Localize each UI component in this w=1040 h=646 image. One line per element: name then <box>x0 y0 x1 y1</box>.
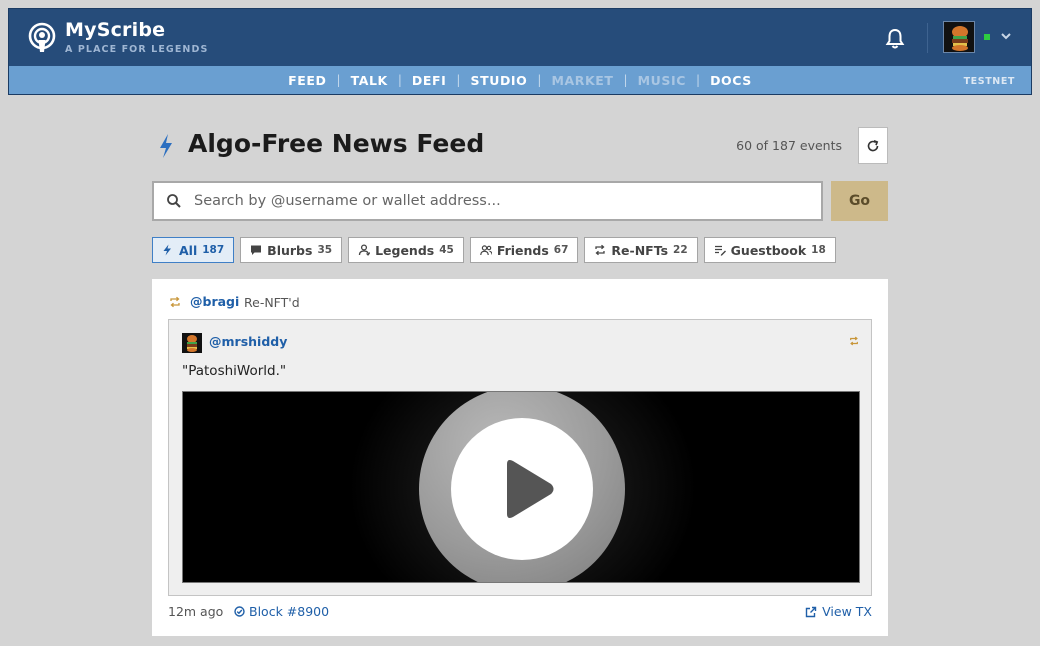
filter-label: Blurbs <box>267 242 313 258</box>
brand-name[interactable]: MyScribe <box>65 19 165 41</box>
view-tx-link[interactable]: View TX <box>805 604 872 619</box>
search-input[interactable] <box>194 183 814 219</box>
filter-label: Legends <box>375 242 435 258</box>
user-avatar[interactable] <box>943 21 975 53</box>
author-avatar[interactable] <box>182 333 202 353</box>
view-tx-label: View TX <box>822 604 872 619</box>
go-button[interactable]: Go <box>831 181 888 221</box>
header-divider <box>927 23 928 53</box>
search-bar <box>152 181 823 221</box>
search-icon <box>167 194 181 208</box>
online-status-indicator <box>984 34 990 40</box>
filter-tab-friends[interactable]: Friends 67 <box>469 237 579 263</box>
nav-separator: | <box>623 73 628 87</box>
play-icon[interactable] <box>499 458 555 520</box>
filter-label: Guestbook <box>730 242 807 258</box>
filter-tab-re-nfts[interactable]: Re-NFTs 22 <box>584 237 698 263</box>
nav-item-defi[interactable]: DEFI <box>412 73 447 88</box>
podcast-logo-icon[interactable] <box>27 22 57 54</box>
reposted-post: @mrshiddy "PatoshiWorld." <box>168 319 872 596</box>
nav-item-music: MUSIC <box>637 72 687 88</box>
page-title: Algo-Free News Feed <box>188 129 485 158</box>
post-timestamp: 12m ago <box>168 604 224 619</box>
nav-item-talk[interactable]: TALK <box>351 73 388 88</box>
user-icon <box>358 244 371 256</box>
nav-separator: | <box>537 73 542 87</box>
bolt-icon <box>163 244 171 256</box>
top-bar: MyScribe A PLACE FOR LEGENDS <box>9 9 1031 66</box>
guestbook-icon <box>714 245 726 256</box>
repost-icon <box>850 336 858 346</box>
filter-count: 22 <box>673 244 688 256</box>
refresh-button[interactable] <box>858 127 888 164</box>
nav-separator: | <box>696 73 701 87</box>
main-nav: FEED | TALK | DEFI | STUDIO | MARKET | MUSIC | DOCS … <box>9 66 1031 94</box>
nav-item-studio[interactable]: STUDIO <box>470 73 527 88</box>
filter-tab-blurbs[interactable]: Blurbs 35 <box>240 237 343 263</box>
filter-label: Friends <box>496 242 549 258</box>
filter-count: 18 <box>811 244 826 256</box>
repost-icon <box>170 296 180 308</box>
nav-separator: | <box>397 73 402 87</box>
author-username[interactable]: @mrshiddy <box>209 334 287 349</box>
bell-icon[interactable] <box>885 28 905 50</box>
nav-items: FEED | TALK | DEFI | STUDIO | MARKET | MUSIC | DOCS <box>9 66 1031 94</box>
nav-item-feed[interactable]: FEED <box>288 73 326 88</box>
filter-label: Re-NFTs <box>611 242 669 258</box>
filter-tab-all[interactable]: All 187 <box>152 237 235 263</box>
refresh-icon <box>867 139 879 151</box>
repost-icon <box>595 244 606 256</box>
feed-card: @bragi Re-NFT'd @mrshiddy "PatoshiWorld.… <box>152 279 888 636</box>
external-link-icon <box>805 606 817 617</box>
filter-count: 67 <box>553 244 569 256</box>
events-count: 60 of 187 events <box>736 138 842 153</box>
check-circle-icon <box>234 606 245 617</box>
nav-item-market: MARKET <box>551 72 614 88</box>
filter-count: 45 <box>439 244 454 256</box>
repost-action-label: Re-NFT'd <box>244 295 300 310</box>
block-link[interactable]: Block #8900 <box>234 604 329 619</box>
post-text: "PatoshiWorld." <box>182 363 287 379</box>
network-badge: TESTNET <box>963 76 1015 87</box>
nav-item-docs[interactable]: DOCS <box>710 73 752 88</box>
avatar-image-icon <box>944 22 974 52</box>
filter-count: 187 <box>202 244 225 256</box>
filter-label: All <box>179 242 198 258</box>
friends-icon <box>480 245 492 256</box>
nav-separator: | <box>456 73 461 87</box>
block-link-label: Block #8900 <box>249 604 330 619</box>
filter-tab-guestbook[interactable]: Guestbook 18 <box>703 237 836 263</box>
reposter-username[interactable]: @bragi <box>190 294 239 309</box>
brand-tagline: A PLACE FOR LEGENDS <box>65 44 209 55</box>
speech-bubble-icon <box>251 245 262 255</box>
filter-tabs: All 187 Blurbs 35 Legends 45 Friends 67 Re-NFTs 2… <box>152 237 836 263</box>
page: MyScribe A PLACE FOR LEGENDS FEED | TALK… <box>0 0 1040 646</box>
filter-count: 35 <box>317 244 333 256</box>
site-header: MyScribe A PLACE FOR LEGENDS FEED | TALK… <box>8 8 1032 95</box>
video-player[interactable] <box>182 391 860 583</box>
nav-separator: | <box>336 73 341 87</box>
filter-tab-legends[interactable]: Legends 45 <box>348 237 464 263</box>
avatar-image-icon <box>182 333 202 353</box>
bolt-icon <box>160 134 172 158</box>
chevron-down-icon[interactable] <box>1000 31 1012 41</box>
